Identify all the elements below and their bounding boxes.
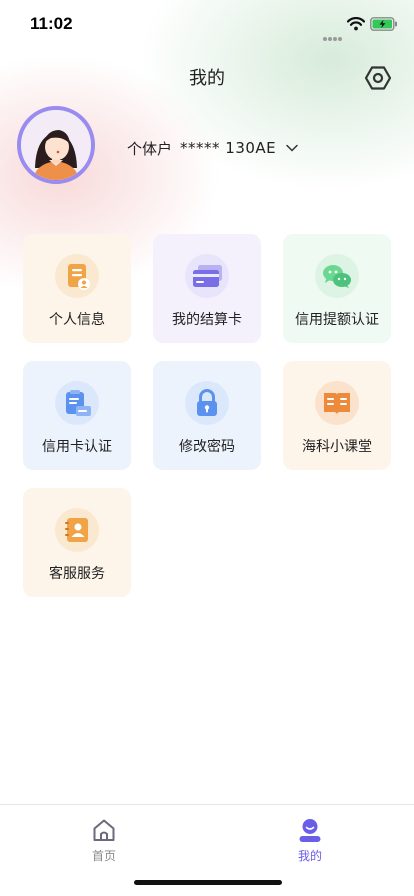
tab-home[interactable]: 首页 — [64, 817, 144, 867]
profile-document-icon — [55, 254, 99, 298]
menu-item-label: 信用提额认证 — [295, 312, 379, 328]
home-indicator — [134, 880, 282, 885]
contact-book-icon — [55, 508, 99, 552]
menu-item-customer-service[interactable]: 客服服务 — [23, 488, 131, 597]
battery-charging-icon — [370, 17, 397, 31]
menu-item-credit-upgrade[interactable]: 信用提额认证 — [283, 234, 391, 343]
avatar[interactable] — [17, 106, 95, 184]
wechat-icon — [315, 254, 359, 298]
menu-item-label: 个人信息 — [49, 312, 105, 328]
signal-dots-icon — [323, 26, 343, 45]
status-time: 11:02 — [30, 14, 73, 33]
wifi-icon — [347, 17, 365, 31]
account-number: ***** 130AE — [180, 139, 277, 157]
tab-mine-label: 我的 — [297, 849, 322, 863]
settings-hexagon-icon[interactable] — [364, 64, 392, 92]
menu-item-label: 海科小课堂 — [302, 439, 372, 455]
menu-item-personal-info[interactable]: 个人信息 — [23, 234, 131, 343]
menu-item-label: 信用卡认证 — [42, 439, 112, 455]
menu-item-settlement-card[interactable]: 我的结算卡 — [153, 234, 261, 343]
lock-icon — [185, 381, 229, 425]
menu-item-label: 修改密码 — [179, 439, 235, 455]
menu-item-change-password[interactable]: 修改密码 — [153, 361, 261, 470]
account-type: 个体户 — [127, 139, 173, 158]
page-title: 我的 — [189, 68, 225, 89]
clipboard-card-icon — [55, 381, 99, 425]
menu-item-haike-classroom[interactable]: 海科小课堂 — [283, 361, 391, 470]
menu-item-credit-card-auth[interactable]: 信用卡认证 — [23, 361, 131, 470]
menu-item-label: 我的结算卡 — [172, 312, 242, 328]
tab-home-label: 首页 — [91, 849, 116, 863]
tab-mine[interactable]: 我的 — [270, 817, 350, 867]
female-avatar-icon — [21, 110, 91, 180]
open-book-icon — [315, 381, 359, 425]
menu-item-label: 客服服务 — [49, 566, 105, 582]
account-selector[interactable]: 个体户 ***** 130AE — [127, 137, 298, 159]
status-bar: 11:02 — [0, 0, 414, 50]
chevron-down-icon — [286, 144, 298, 152]
home-icon — [93, 819, 115, 841]
bank-card-icon — [185, 254, 229, 298]
user-icon — [299, 819, 321, 842]
